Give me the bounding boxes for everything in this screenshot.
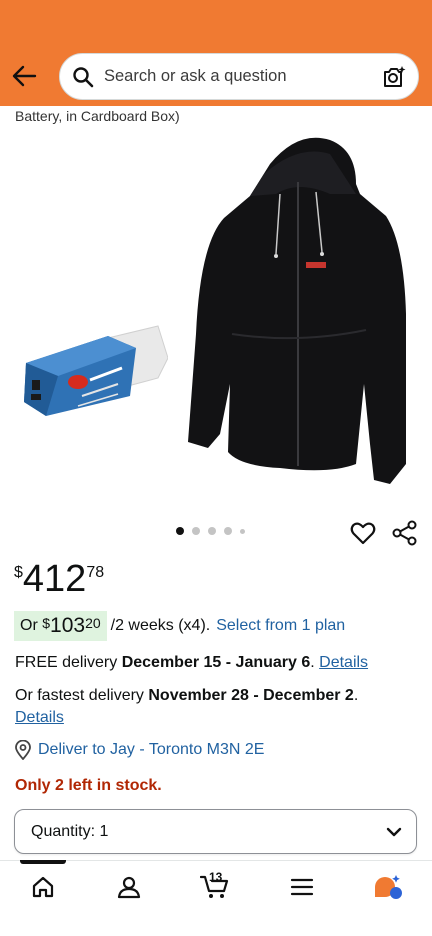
nav-active-indicator [20,860,66,864]
heart-icon[interactable] [350,520,376,546]
hoodie-image[interactable] [180,134,412,490]
fastest-prefix: Or fastest delivery [15,687,149,704]
fastest-delivery: Or fastest delivery November 28 - Decemb… [15,685,415,729]
plan-symbol: $ [42,615,51,631]
account-icon [117,876,141,899]
carousel-dot[interactable] [240,528,245,534]
location-pin-icon [15,740,31,760]
camera-sparkle-icon[interactable] [382,64,408,90]
plan-price-badge: Or $ 103 20 [14,611,107,641]
carousel-dot[interactable] [176,527,184,535]
fastest-dates: November 28 - December 2 [148,687,354,704]
arrow-left-icon [12,65,37,87]
plan-suffix: /2 weeks (x4). [110,617,211,634]
search-input[interactable]: Search or ask a question [104,67,287,86]
nav-account[interactable] [114,872,144,902]
rufus-icon [375,875,402,899]
back-button[interactable] [8,60,40,92]
price-symbol: $ [14,564,23,581]
fastest-period: . [353,687,359,704]
product-title: Battery, in Cardboard Box) [15,108,180,124]
fastest-details-link[interactable]: Details [15,709,64,726]
nav-menu[interactable] [287,872,317,902]
delivery-prefix: FREE delivery [15,654,122,671]
quantity-dropdown[interactable]: Quantity: 1 [14,809,417,854]
price-fraction: 78 [86,564,105,581]
delivery-details-link[interactable]: Details [319,654,368,671]
carousel-dot[interactable] [224,527,232,535]
free-delivery: FREE delivery December 15 - January 6. D… [15,652,368,674]
quantity-value: 1 [99,822,109,840]
menu-icon [290,878,314,896]
battery-adapter-image[interactable] [18,318,168,418]
image-carousel-dots[interactable] [176,527,245,535]
quantity-label: Quantity: [31,822,100,840]
cart-icon [200,875,229,898]
carousel-dot[interactable] [208,527,216,535]
delivery-period: . [310,654,320,671]
share-icon[interactable] [392,520,418,546]
select-plan-link[interactable]: Select from 1 plan [216,617,345,635]
chevron-down-icon [386,827,402,837]
nav-home[interactable] [28,872,58,902]
payment-plan-row: Or $ 103 20 /2 weeks (x4). Select from 1… [14,611,345,641]
plan-fraction: 20 [85,615,101,631]
delivery-dates: December 15 - January 6 [121,654,311,671]
search-bar[interactable]: Search or ask a question [59,53,419,100]
home-icon [32,876,54,898]
search-icon [73,67,94,88]
stock-status: Only 2 left in stock. [15,777,162,794]
nav-cart[interactable] [200,872,230,902]
carousel-dot[interactable] [192,527,200,535]
plan-prefix: Or [20,617,43,634]
price-whole: 412 [22,558,87,600]
deliver-to-text[interactable]: Deliver to Jay - Toronto M3N 2E [38,741,264,759]
plan-whole: 103 [50,614,86,637]
deliver-to-link[interactable]: Deliver to Jay - Toronto M3N 2E [14,740,264,760]
nav-rufus[interactable] [372,872,402,902]
price: $ 412 78 [14,556,104,602]
